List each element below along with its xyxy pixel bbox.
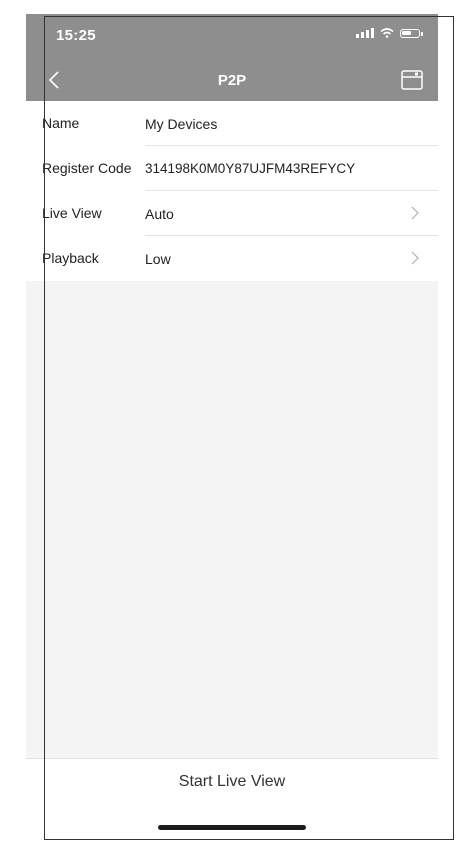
content-background <box>26 281 438 758</box>
name-label: Name <box>42 115 80 131</box>
app-header: 15:25 P2P <box>26 14 438 101</box>
live-view-label: Live View <box>42 205 102 221</box>
page-title: P2P <box>217 72 247 89</box>
playback-label: Playback <box>42 250 99 266</box>
form-row-name[interactable]: Name My Devices <box>26 101 438 146</box>
playback-value: Low <box>145 250 171 267</box>
status-time: 15:25 <box>56 27 96 44</box>
form-row-live-view[interactable]: Live View Auto <box>26 191 438 236</box>
chevron-right-icon <box>411 251 419 265</box>
chevron-right-icon <box>411 206 419 220</box>
form-row-register-code[interactable]: Register Code 314198K0M0Y87UJFM43REFYCY <box>26 146 438 191</box>
battery-icon <box>400 28 423 38</box>
save-button[interactable] <box>400 68 424 92</box>
signal-icon <box>356 28 374 38</box>
start-live-view-button[interactable]: Start Live View <box>26 773 438 791</box>
bottom-bar: Start Live View <box>26 758 438 840</box>
name-value[interactable]: My Devices <box>145 116 217 132</box>
register-code-value[interactable]: 314198K0M0Y87UJFM43REFYCY <box>145 161 355 176</box>
register-code-label: Register Code <box>42 160 132 176</box>
form-row-playback[interactable]: Playback Low <box>26 236 438 281</box>
save-icon <box>401 70 423 90</box>
device-form: Name My Devices Register Code 314198K0M0… <box>26 101 438 282</box>
home-indicator <box>158 825 306 830</box>
live-view-value: Auto <box>145 205 174 222</box>
wifi-icon <box>380 28 394 38</box>
status-icons <box>356 28 423 38</box>
